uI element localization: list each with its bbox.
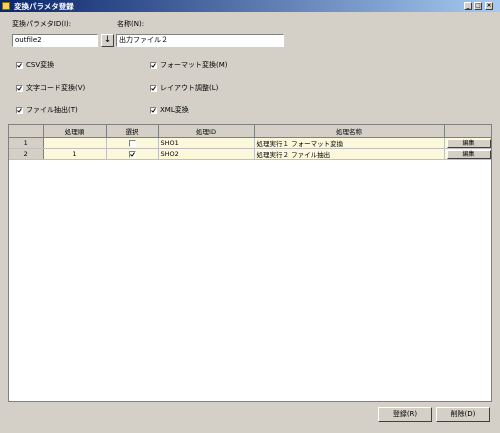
option-layout-label: レイアウト調整(L) — [160, 84, 219, 92]
row-order[interactable] — [43, 137, 107, 149]
header-order[interactable]: 処理順 — [43, 125, 107, 138]
window-title: 変換パラメタ登録 — [14, 2, 74, 11]
table-row[interactable]: 2 1 SHO2 処理実行２ ファイル抽出 編集 — [9, 148, 491, 160]
option-format[interactable]: フォーマット変換(M) — [150, 60, 228, 70]
row-action-cell: 編集 — [444, 137, 491, 149]
checkbox-layout[interactable] — [150, 84, 157, 92]
checkbox-xml[interactable] — [150, 106, 157, 114]
option-csv[interactable]: CSV変換 — [16, 60, 54, 70]
header-process-id[interactable]: 処理ID — [158, 125, 255, 138]
row-select-checkbox[interactable] — [128, 139, 136, 147]
option-extract[interactable]: ファイル抽出(T) — [16, 105, 78, 115]
minimize-button[interactable]: _ — [464, 2, 472, 10]
option-layout[interactable]: レイアウト調整(L) — [150, 83, 218, 93]
checkbox-extract[interactable] — [16, 106, 23, 114]
row-select-cell — [106, 137, 159, 149]
row-order[interactable]: 1 — [43, 148, 107, 160]
maximize-button[interactable]: □ — [474, 2, 482, 10]
header-action — [444, 125, 491, 138]
option-extract-label: ファイル抽出(T) — [26, 106, 78, 114]
row-select-cell — [106, 148, 159, 160]
table-header-row: 処理順 選択 処理ID 処理名称 — [9, 125, 491, 138]
param-id-input[interactable]: outfile2 — [12, 34, 98, 47]
option-charcode-label: 文字コード変換(V) — [26, 84, 86, 92]
option-xml[interactable]: XML変換 — [150, 105, 189, 115]
app-icon — [2, 2, 10, 10]
delete-button[interactable]: 削除(D) — [436, 407, 490, 422]
close-button[interactable]: × — [485, 2, 493, 10]
checkbox-charcode[interactable] — [16, 84, 23, 92]
header-rownum — [9, 125, 44, 138]
register-button[interactable]: 登録(R) — [378, 407, 432, 422]
row-action-cell: 編集 — [444, 148, 491, 160]
option-charcode[interactable]: 文字コード変換(V) — [16, 83, 85, 93]
title-bar: 変換パラメタ登録 _ □ × — [0, 0, 500, 12]
row-process-id: SHO1 — [158, 137, 255, 149]
option-format-label: フォーマット変換(M) — [160, 61, 228, 69]
header-select[interactable]: 選択 — [106, 125, 159, 138]
option-xml-label: XML変換 — [160, 106, 189, 114]
arrow-down-icon: ↓ — [103, 35, 112, 45]
table-row[interactable]: 1 SHO1 処理実行１ フォーマット変換 編集 — [9, 137, 491, 149]
name-input[interactable]: 出力ファイル２ — [116, 34, 284, 47]
header-process-name[interactable]: 処理名称 — [254, 125, 445, 138]
row-process-id: SHO2 — [158, 148, 255, 160]
process-table: 処理順 選択 処理ID 処理名称 1 SHO1 処理実行１ フォーマット変換 編… — [8, 124, 492, 402]
param-id-label: 変換パラメタID(I): — [12, 20, 72, 28]
checkbox-csv[interactable] — [16, 61, 23, 69]
name-label: 名称(N): — [117, 20, 145, 28]
row-process-name: 処理実行１ フォーマット変換 — [254, 137, 445, 149]
row-select-checkbox[interactable] — [128, 150, 136, 158]
row-process-name: 処理実行２ ファイル抽出 — [254, 148, 445, 160]
checkbox-format[interactable] — [150, 61, 157, 69]
row-number: 2 — [9, 148, 44, 160]
download-button[interactable]: ↓ — [101, 34, 114, 47]
edit-button[interactable]: 編集 — [446, 149, 491, 159]
option-csv-label: CSV変換 — [26, 61, 55, 69]
row-number: 1 — [9, 137, 44, 149]
edit-button[interactable]: 編集 — [446, 138, 491, 148]
